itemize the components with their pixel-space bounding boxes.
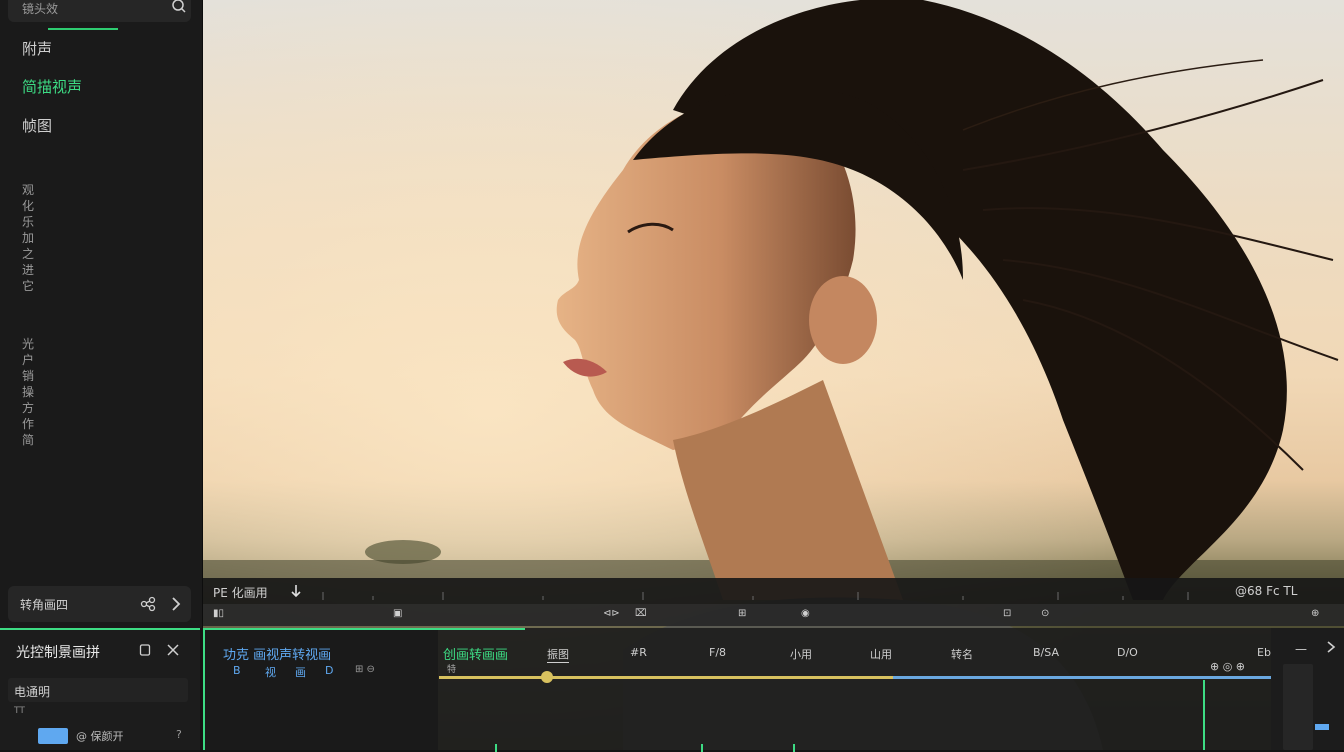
timeline-column-5[interactable]: 转名	[951, 646, 973, 662]
sidebar-footer[interactable]: 转角画四	[8, 586, 191, 622]
search-icon[interactable]	[171, 0, 187, 14]
sidebar-item-1[interactable]: 简描视声	[22, 76, 82, 97]
footer-label: 转角画四	[20, 598, 69, 612]
timeline-right-icons[interactable]: ⊕ ◎ ⊕	[1210, 660, 1245, 673]
toolbar-grid-icon[interactable]: ⊞	[738, 608, 746, 619]
track-tool-2[interactable]: 画	[295, 664, 306, 680]
timeline-column-7[interactable]: D/O	[1117, 646, 1138, 659]
toolbar-frame-icon[interactable]: ⊡	[1003, 608, 1011, 619]
playhead[interactable]	[1203, 680, 1205, 750]
keyframe-subtitle: 特	[447, 665, 457, 675]
toolbar-doc-icon[interactable]: ▣	[393, 608, 402, 619]
toolbar-capture-icon[interactable]: ⊙	[1041, 608, 1049, 619]
sidebar: 镜头效 附声 简描视声 帧图 观化乐加之进它 光户销操方作简 转角画四	[0, 0, 203, 628]
sidebar-vertical-text-1: 观化乐加之进它	[22, 183, 35, 293]
timeline-column-0[interactable]: 振图	[547, 646, 569, 663]
chevron-right-icon[interactable]	[168, 595, 184, 613]
timeline-panel: 功克 画视声转视画 B 视 画 D ⊞ ⊖ 创画转画画 特 振图 #R F/8 …	[203, 628, 1273, 752]
share-icon[interactable]	[140, 596, 156, 612]
search-tab-indicator	[48, 28, 118, 30]
timeline-column-1[interactable]: #R	[630, 646, 647, 659]
ruler-right-label: @68 Fc TL	[1235, 584, 1298, 598]
progress-bar-remaining	[893, 676, 1273, 679]
volume-panel: —	[1271, 628, 1344, 750]
close-icon[interactable]	[166, 643, 180, 657]
toolbar-add-icon[interactable]: ⊕	[1311, 608, 1319, 619]
timeline-ruler[interactable]: PE 化画用 @68 Fc TL	[203, 578, 1344, 604]
help-icon[interactable]: ?	[176, 728, 182, 741]
volume-level-indicator	[1315, 724, 1329, 730]
timeline-column-4[interactable]: 山用	[870, 646, 892, 662]
volume-slider[interactable]	[1283, 664, 1313, 750]
search-input[interactable]: 镜头效	[22, 0, 58, 17]
copy-icon[interactable]	[138, 643, 152, 657]
volume-label: —	[1295, 642, 1307, 656]
timeline-accent-line	[205, 628, 525, 630]
ruler-label: PE 化画用	[213, 586, 268, 600]
search-bar[interactable]: 镜头效	[8, 0, 191, 22]
track-tool-3[interactable]: D	[325, 664, 333, 677]
track-title: 功克 画视声转视画	[223, 648, 332, 663]
sidebar-item-2[interactable]: 帧图	[22, 115, 52, 136]
clip-marker[interactable]	[793, 744, 795, 752]
arrow-down-icon[interactable]	[289, 583, 303, 599]
timeline-end-icon[interactable]: Eb	[1257, 646, 1271, 659]
timeline-column-3[interactable]: 小用	[790, 646, 812, 662]
clip-marker[interactable]	[495, 744, 497, 752]
sidebar-vertical-text-2: 光户销操方作简	[22, 337, 35, 447]
properties-panel: 光控制景画拼 电通明 TT @ 保颜开 ?	[0, 628, 200, 750]
properties-row-label: 电通明	[14, 685, 51, 699]
timeline-column-6[interactable]: B/SA	[1033, 646, 1059, 659]
toolbar-start-icon[interactable]: ▮▯	[213, 608, 224, 619]
track-tool-1[interactable]: 视	[265, 664, 276, 680]
toolbar-record-icon[interactable]: ◉	[801, 608, 810, 619]
ruler-ticks	[322, 592, 1189, 600]
toolbar-cut-icon[interactable]: ⌧	[635, 608, 647, 619]
clip-marker[interactable]	[701, 744, 703, 752]
properties-title: 光控制景画拼	[16, 645, 100, 661]
toolbar-split-icon[interactable]: ⊲⊳	[603, 608, 620, 619]
timeline-column-2[interactable]: F/8	[709, 646, 726, 659]
chevron-right-icon[interactable]	[1325, 640, 1337, 654]
track-tools-right[interactable]: ⊞ ⊖	[355, 664, 375, 675]
properties-row[interactable]: 电通明	[8, 678, 188, 702]
track-tool-0[interactable]: B	[233, 664, 241, 677]
transport-toolbar: ▮▯ ▣ ⊲⊳ ⌧ ⊞ ◉ ⊡ ⊙ ⊕	[203, 604, 1344, 626]
progress-bar-played	[439, 676, 893, 679]
keyframe-title: 创画转画画	[443, 648, 509, 663]
sidebar-item-0[interactable]: 附声	[22, 38, 52, 59]
properties-small-label: TT	[14, 706, 25, 716]
color-swatch[interactable]	[38, 728, 68, 744]
progress-knob[interactable]	[541, 671, 553, 683]
properties-value: @ 保颜开	[76, 730, 124, 743]
